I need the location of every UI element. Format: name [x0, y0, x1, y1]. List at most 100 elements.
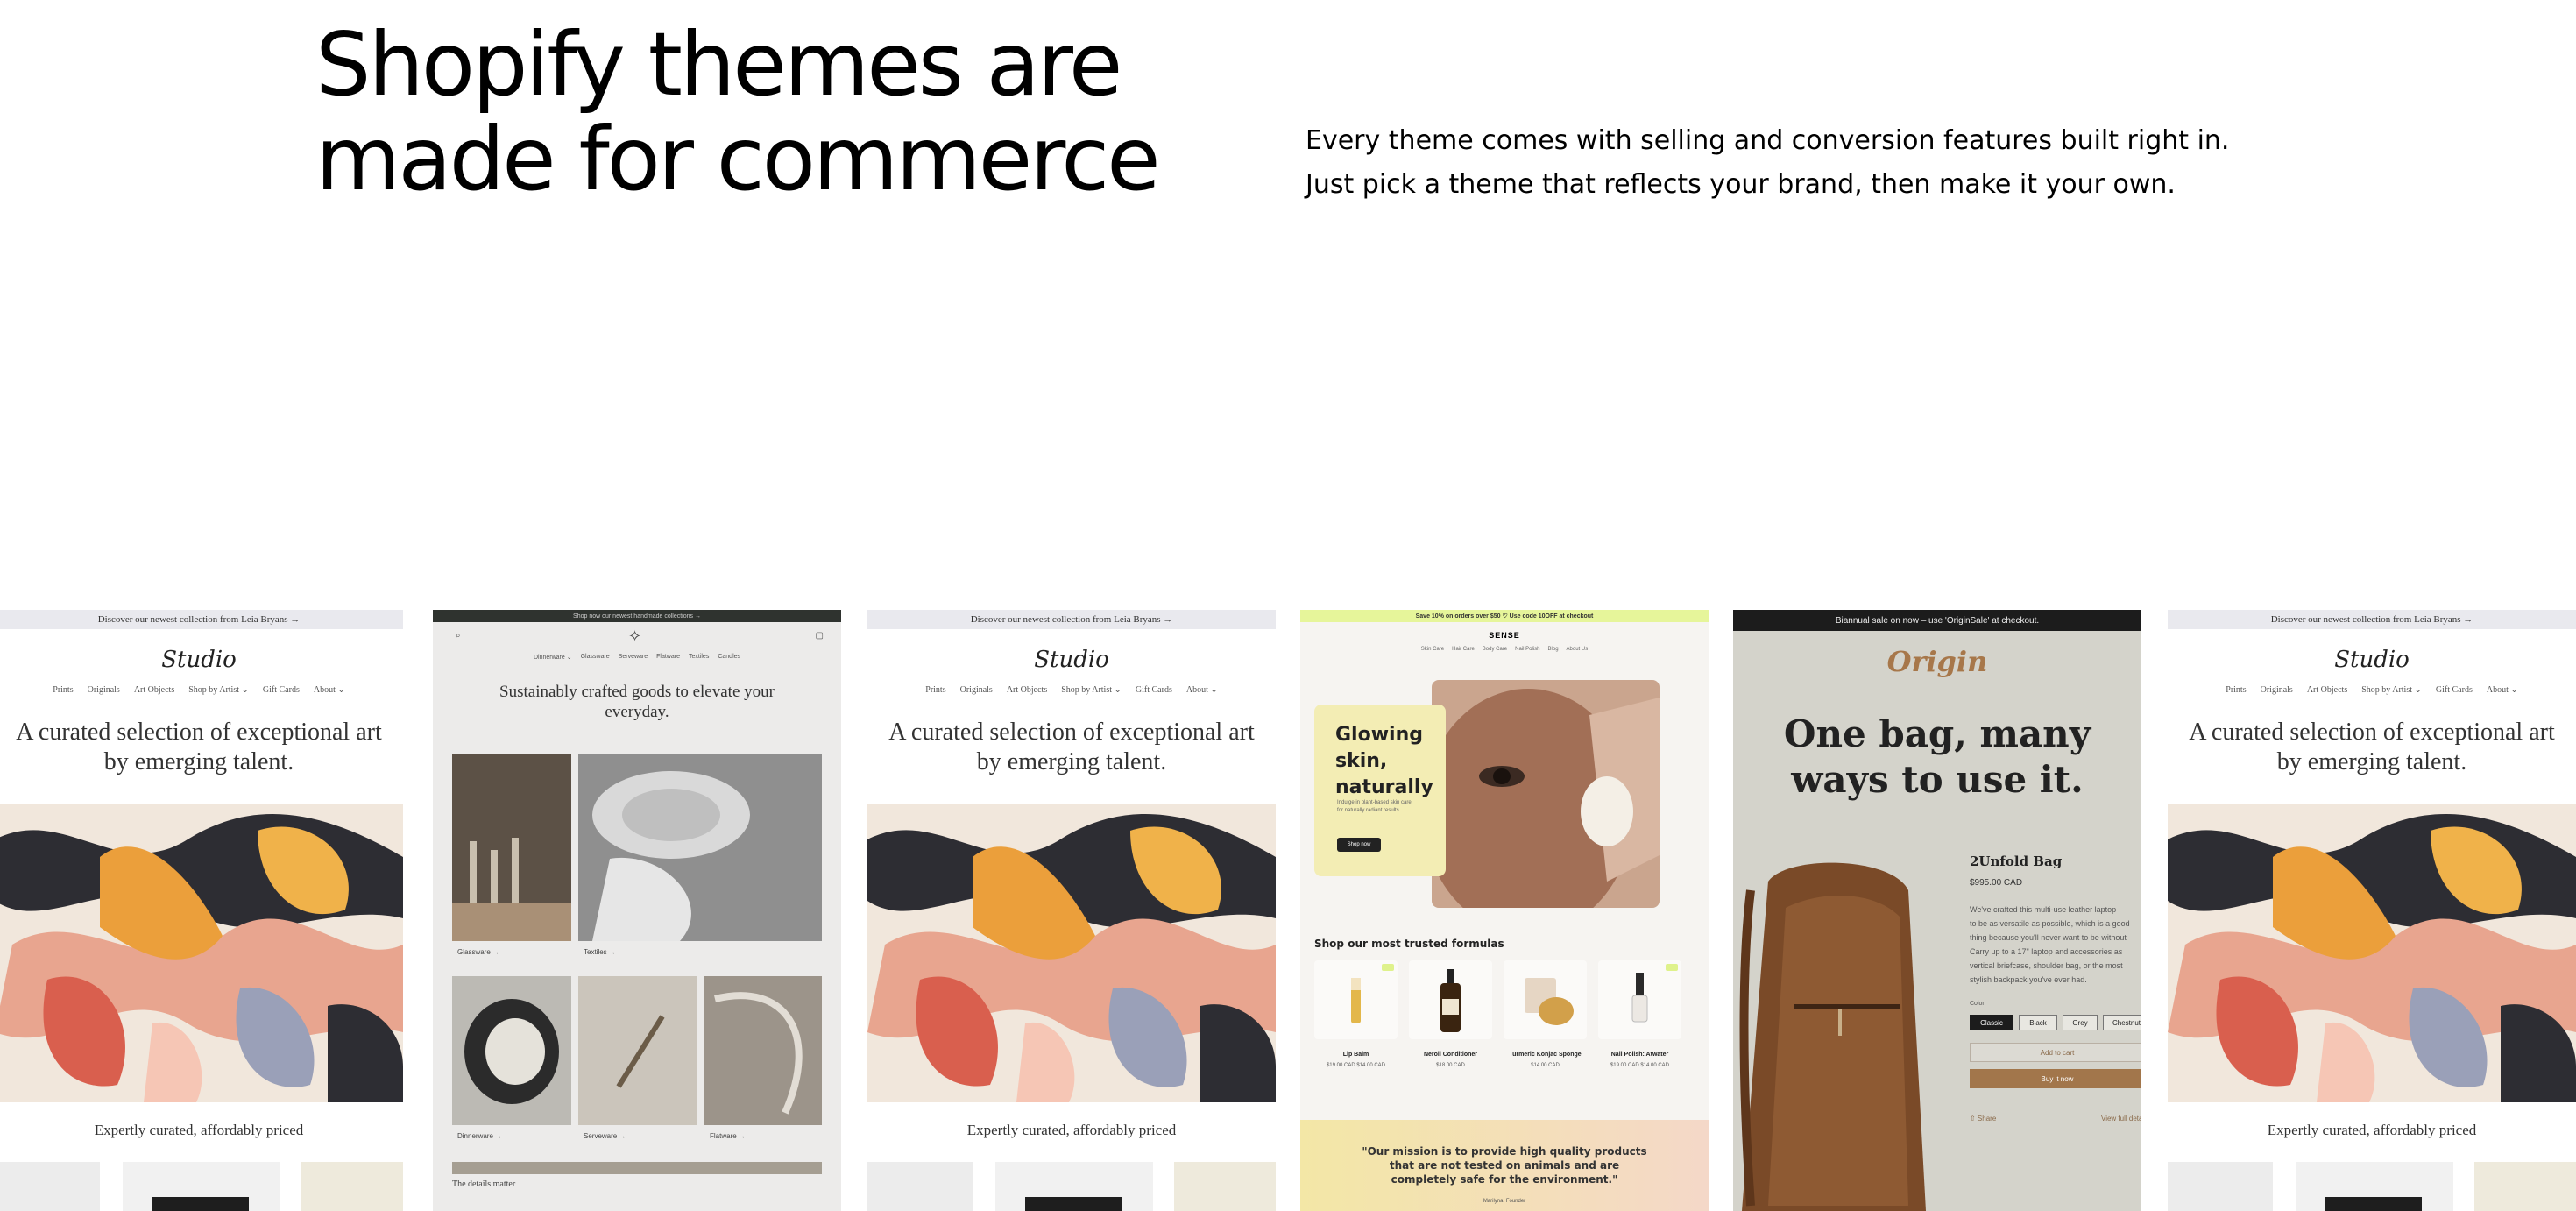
color-label: Color	[1970, 1001, 1985, 1007]
page-headline: Shopify themes are made for commerce	[315, 13, 1161, 210]
sense-nav: Skin Care Hair Care Body Care Nail Polis…	[1300, 647, 1709, 652]
product-card[interactable]: Turmeric Konjac Sponge $14.00 CAD	[1504, 960, 1587, 1083]
product-name[interactable]: Lip Balm	[1314, 1052, 1398, 1058]
nav-item[interactable]: Skin Care	[1421, 647, 1444, 652]
nav-item[interactable]: Textiles	[689, 654, 709, 661]
announcement-bar[interactable]: Discover our newest collection from Leia…	[0, 610, 403, 629]
description-line: Carry up to a 17" laptop and accessories…	[1970, 947, 2123, 956]
crafted-nav: Dinnerware ⌄ Glassware Serveware Flatwar…	[433, 654, 841, 661]
nav-item[interactable]: Gift Cards	[2436, 685, 2473, 695]
sense-logo[interactable]: SENSE	[1300, 631, 1709, 640]
product-thumbnails	[867, 1162, 1276, 1211]
section-heading: Shop our most trusted formulas	[1314, 938, 1504, 950]
cart-icon[interactable]: ▢	[816, 631, 824, 641]
nav-item[interactable]: Art Objects	[2307, 685, 2347, 695]
abstract-art-image	[867, 804, 1276, 1102]
product-card[interactable]: Nail Polish: Atwater $19.00 CAD $14.00 C…	[1598, 960, 1681, 1083]
collection-images	[452, 754, 822, 1174]
view-full-details-link[interactable]: View full details →	[2101, 1115, 2141, 1122]
product-name[interactable]: Neroli Conditioner	[1409, 1052, 1492, 1058]
sponge-icon	[1525, 978, 1574, 1025]
nav-item[interactable]: Candles	[718, 654, 740, 661]
nav-item[interactable]: Nail Polish	[1515, 647, 1539, 652]
nav-item[interactable]: Originals	[2261, 685, 2293, 695]
nav-item[interactable]: Art Objects	[1007, 685, 1047, 695]
description-line: to be as versatile as possible, which is…	[1970, 919, 2130, 928]
nav-item[interactable]: Art Objects	[134, 685, 174, 695]
nav-item[interactable]: About ⌄	[2487, 685, 2518, 695]
abstract-art-image	[2168, 804, 2576, 1102]
quote-attribution: Marilyna, Founder	[1483, 1199, 1526, 1204]
leather-bag-image	[1739, 862, 1926, 1211]
share-link[interactable]: ⇧ Share	[1970, 1115, 1996, 1122]
nav-item[interactable]: Shop by Artist ⌄	[2361, 685, 2422, 695]
studio-logo[interactable]: Studio	[0, 647, 403, 673]
origin-logo[interactable]: Origin	[1733, 645, 2141, 678]
color-option-chestnut[interactable]: Chestnut	[2103, 1015, 2141, 1030]
theme-card-studio[interactable]: Discover our newest collection from Leia…	[867, 610, 1276, 1211]
studio-subheading: Expertly curated, affordably priced	[94, 1122, 304, 1138]
collection-link-glassware[interactable]: Glassware →	[457, 948, 499, 956]
add-to-cart-button[interactable]: Add to cart	[1970, 1043, 2141, 1062]
color-option-classic[interactable]: Classic	[1970, 1015, 2013, 1030]
product-name[interactable]: Turmeric Konjac Sponge	[1504, 1052, 1587, 1058]
nav-item[interactable]: Gift Cards	[1136, 685, 1172, 695]
promo-bar[interactable]: Save 10% on orders over $50 ♡ Use code 1…	[1300, 610, 1709, 622]
nav-item[interactable]: Prints	[2226, 685, 2246, 695]
nav-item[interactable]: Originals	[960, 685, 993, 695]
nav-item[interactable]: Serveware	[619, 654, 648, 661]
nav-item[interactable]: Shop by Artist ⌄	[188, 685, 249, 695]
nav-item[interactable]: About Us	[1567, 647, 1589, 652]
announcement-bar[interactable]: Discover our newest collection from Leia…	[867, 610, 1276, 629]
details-heading: The details matter	[452, 1179, 516, 1189]
nav-item[interactable]: Flatware	[656, 654, 680, 661]
nav-item[interactable]: Prints	[925, 685, 945, 695]
nav-item[interactable]: Blog	[1548, 647, 1559, 652]
crafted-title: Sustainably crafted goods to elevate you…	[499, 683, 775, 721]
color-option-black[interactable]: Black	[2019, 1015, 2057, 1030]
color-option-grey[interactable]: Grey	[2063, 1015, 2098, 1030]
theme-card-studio[interactable]: Discover our newest collection from Leia…	[2168, 610, 2576, 1211]
product-card[interactable]: Neroli Conditioner $18.00 CAD	[1409, 960, 1492, 1083]
product-title: 2Unfold Bag	[1970, 853, 2063, 869]
collection-link-flatware[interactable]: Flatware →	[710, 1132, 746, 1140]
theme-card-origin[interactable]: Biannual sale on now – use 'OriginSale' …	[1733, 610, 2141, 1211]
studio-logo[interactable]: Studio	[867, 647, 1276, 673]
announcement-bar[interactable]: Shop now our newest handmade collections…	[433, 610, 841, 622]
studio-nav: Prints Originals Art Objects Shop by Art…	[0, 685, 403, 695]
product-price: $995.00 CAD	[1970, 878, 2023, 888]
description-line: stylish backpack you've ever had.	[1970, 975, 2087, 984]
crafted-logo-icon[interactable]: ✧	[628, 627, 641, 646]
studio-subheading: Expertly curated, affordably priced	[966, 1122, 1177, 1138]
nav-item[interactable]: Prints	[53, 685, 73, 695]
nav-item[interactable]: Dinnerware ⌄	[534, 654, 572, 661]
search-icon[interactable]: ⌕	[456, 631, 461, 641]
page-subtext: Every theme comes with selling and conve…	[1306, 125, 2230, 200]
product-name[interactable]: Nail Polish: Atwater	[1598, 1052, 1681, 1058]
theme-card-studio[interactable]: Discover our newest collection from Leia…	[0, 610, 403, 1211]
collection-link-dinnerware[interactable]: Dinnerware →	[457, 1132, 502, 1140]
shop-now-button[interactable]: Shop now	[1337, 838, 1381, 852]
studio-logo[interactable]: Studio	[2168, 647, 2576, 673]
theme-card-crafted[interactable]: Shop now our newest handmade collections…	[433, 610, 841, 1211]
sale-announcement-bar[interactable]: Biannual sale on now – use 'OriginSale' …	[1733, 610, 2141, 631]
studio-nav: Prints Originals Art Objects Shop by Art…	[2168, 685, 2576, 695]
nav-item[interactable]: Hair Care	[1452, 647, 1475, 652]
announcement-bar[interactable]: Discover our newest collection from Leia…	[2168, 610, 2576, 629]
description-line: thing because you'll never want to be wi…	[1970, 933, 2127, 942]
conditioner-bottle-icon	[1440, 969, 1461, 1032]
nav-item[interactable]: Glassware	[581, 654, 610, 661]
buy-now-button[interactable]: Buy it now	[1970, 1069, 2141, 1088]
nav-item[interactable]: About ⌄	[314, 685, 345, 695]
abstract-art-image	[0, 804, 403, 1102]
nav-item[interactable]: Originals	[88, 685, 120, 695]
nav-item[interactable]: About ⌄	[1186, 685, 1218, 695]
nav-item[interactable]: Body Care	[1483, 647, 1507, 652]
product-card[interactable]: Lip Balm $19.00 CAD $14.00 CAD	[1314, 960, 1398, 1083]
nav-item[interactable]: Shop by Artist ⌄	[1061, 685, 1122, 695]
nav-item[interactable]: Gift Cards	[263, 685, 300, 695]
theme-card-sense[interactable]: Save 10% on orders over $50 ♡ Use code 1…	[1300, 610, 1709, 1211]
product-thumbnails	[0, 1162, 403, 1211]
collection-link-textiles[interactable]: Textiles →	[584, 948, 616, 956]
collection-link-serveware[interactable]: Serveware →	[584, 1132, 626, 1140]
